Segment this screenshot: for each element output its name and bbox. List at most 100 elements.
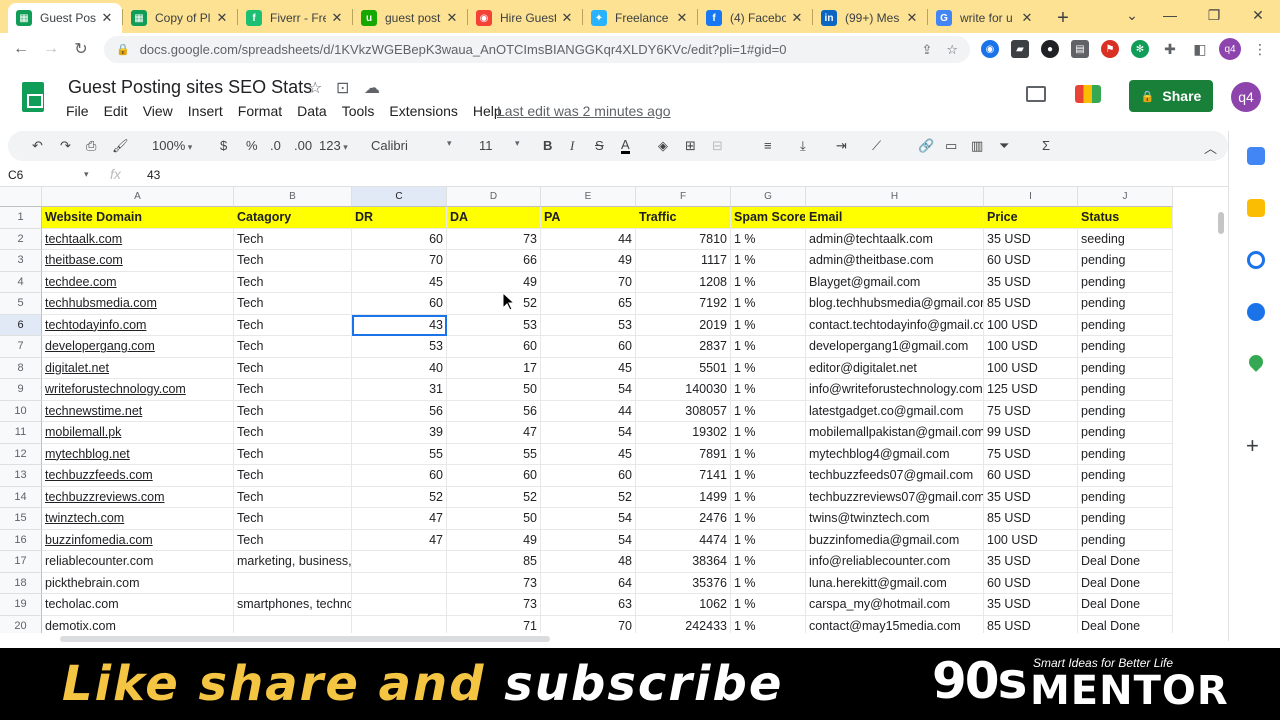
table-cell[interactable]: 47	[352, 529, 447, 551]
table-cell[interactable]: 35 USD	[984, 228, 1078, 250]
table-cell[interactable]: 2019	[636, 314, 731, 336]
url-text[interactable]: docs.google.com/spreadsheets/d/1KVkzWGEB…	[140, 42, 908, 57]
table-cell[interactable]: 54	[541, 379, 636, 401]
table-cell[interactable]: 35 USD	[984, 551, 1078, 573]
table-cell[interactable]: 60 USD	[984, 250, 1078, 272]
table-cell[interactable]: digitalet.net	[42, 357, 234, 379]
comment-icon[interactable]: ▭	[945, 138, 957, 154]
undo-icon[interactable]: ↶	[32, 138, 43, 154]
sidepanel-icon[interactable]: ◧	[1191, 40, 1209, 58]
column-header[interactable]: A	[42, 187, 234, 207]
table-cell[interactable]: 73	[447, 594, 541, 616]
omnibox[interactable]: 🔒 docs.google.com/spreadsheets/d/1KVkzWG…	[104, 36, 970, 63]
table-cell[interactable]: contact@may15media.com	[806, 615, 984, 633]
table-cell[interactable]: 85 USD	[984, 293, 1078, 315]
table-cell[interactable]: 54	[541, 508, 636, 530]
functions-icon[interactable]: Σ	[1042, 138, 1050, 153]
table-cell[interactable]: pending	[1078, 422, 1173, 444]
table-cell[interactable]: reliablecounter.com	[42, 551, 234, 573]
table-cell[interactable]: 70	[541, 271, 636, 293]
column-header[interactable]: D	[447, 187, 541, 207]
strikethrough-button[interactable]: S	[595, 138, 604, 153]
column-header[interactable]: C	[352, 187, 447, 207]
share-page-icon[interactable]: ⇪	[921, 42, 932, 58]
browser-tab[interactable]: Gwrite for u ✕	[928, 3, 1042, 33]
table-cell[interactable]: 70	[541, 615, 636, 633]
add-addon-icon[interactable]: +	[1246, 433, 1259, 459]
minimize-icon[interactable]: —	[1148, 0, 1192, 30]
column-header[interactable]: J	[1078, 187, 1173, 207]
table-cell[interactable]: 49	[447, 271, 541, 293]
table-cell[interactable]: twins@twinztech.com	[806, 508, 984, 530]
table-cell[interactable]: pending	[1078, 293, 1173, 315]
table-cell[interactable]: 1 %	[731, 379, 806, 401]
font-select[interactable]: Calibri ▾	[371, 138, 461, 153]
row-header[interactable]: 6	[0, 314, 42, 336]
table-cell[interactable]: pending	[1078, 314, 1173, 336]
table-cell[interactable]: 35 USD	[984, 594, 1078, 616]
column-header[interactable]: E	[541, 187, 636, 207]
table-cell[interactable]: 39	[352, 422, 447, 444]
document-title[interactable]: Guest Posting sites SEO Stats	[68, 77, 312, 98]
menu-item-tools[interactable]: Tools	[342, 103, 375, 119]
header-cell[interactable]: DA	[447, 207, 541, 229]
table-cell[interactable]: 73	[447, 228, 541, 250]
table-cell[interactable]: Deal Done	[1078, 594, 1173, 616]
table-cell[interactable]: 60	[352, 293, 447, 315]
table-cell[interactable]: 2476	[636, 508, 731, 530]
table-cell[interactable]: mobilemallpakistan@gmail.com	[806, 422, 984, 444]
browser-tab[interactable]: ▦ Guest Posti ✕	[8, 3, 122, 33]
table-cell[interactable]: technewstime.net	[42, 400, 234, 422]
header-cell[interactable]: Spam Score	[731, 207, 806, 229]
forward-icon[interactable]: →	[36, 34, 66, 64]
chart-icon[interactable]: ▥	[971, 138, 983, 154]
profile-avatar[interactable]: q4	[1219, 38, 1241, 60]
table-cell[interactable]: 1 %	[731, 551, 806, 573]
chevron-down-icon[interactable]: ▾	[84, 169, 89, 180]
keep-icon[interactable]	[1247, 199, 1265, 217]
row-header[interactable]: 18	[0, 572, 42, 594]
font-size-select[interactable]: 11 ▾	[479, 138, 525, 153]
close-tab-icon[interactable]: ✕	[215, 10, 229, 26]
table-cell[interactable]: 75 USD	[984, 443, 1078, 465]
close-tab-icon[interactable]: ✕	[445, 10, 459, 26]
row-header[interactable]: 2	[0, 228, 42, 250]
table-cell[interactable]: 100 USD	[984, 357, 1078, 379]
table-cell[interactable]: 1 %	[731, 465, 806, 487]
table-cell[interactable]: pickthebrain.com	[42, 572, 234, 594]
table-cell[interactable]: 60	[541, 465, 636, 487]
table-cell[interactable]: 1062	[636, 594, 731, 616]
table-cell[interactable]: 60 USD	[984, 465, 1078, 487]
row-header[interactable]: 1	[0, 207, 42, 229]
link-icon[interactable]: 🔗	[918, 138, 934, 154]
table-cell[interactable]: pending	[1078, 357, 1173, 379]
browser-tab[interactable]: u guest post ✕	[353, 3, 467, 33]
table-cell[interactable]: 60	[352, 228, 447, 250]
menu-kebab-icon[interactable]: ⋮	[1251, 40, 1269, 58]
table-cell[interactable]: 52	[447, 486, 541, 508]
table-cell[interactable]: Blayget@gmail.com	[806, 271, 984, 293]
table-cell[interactable]: 1 %	[731, 508, 806, 530]
table-cell[interactable]: Tech	[234, 422, 352, 444]
table-cell[interactable]: mobilemall.pk	[42, 422, 234, 444]
row-header[interactable]: 15	[0, 508, 42, 530]
select-all-corner[interactable]	[0, 187, 42, 207]
table-cell[interactable]: 70	[352, 250, 447, 272]
bookmark-star-icon[interactable]: ☆	[946, 42, 958, 58]
table-cell[interactable]: Tech	[234, 250, 352, 272]
extension-icon[interactable]: ✻	[1131, 40, 1149, 58]
table-cell[interactable]: latestgadget.co@gmail.com	[806, 400, 984, 422]
table-cell[interactable]: 7141	[636, 465, 731, 487]
table-cell[interactable]: 40	[352, 357, 447, 379]
table-cell[interactable]: 49	[447, 529, 541, 551]
table-cell[interactable]: techbuzzfeeds07@gmail.com	[806, 465, 984, 487]
table-cell[interactable]: pending	[1078, 400, 1173, 422]
browser-tab[interactable]: f Fiverr - Fre ✕	[238, 3, 352, 33]
close-tab-icon[interactable]: ✕	[330, 10, 344, 26]
column-header[interactable]: G	[731, 187, 806, 207]
table-cell[interactable]: 71	[447, 615, 541, 633]
table-cell[interactable]: 44	[541, 400, 636, 422]
table-cell[interactable]: Tech	[234, 486, 352, 508]
close-tab-icon[interactable]: ✕	[790, 10, 804, 26]
zoom-select[interactable]: 100%	[152, 138, 192, 153]
